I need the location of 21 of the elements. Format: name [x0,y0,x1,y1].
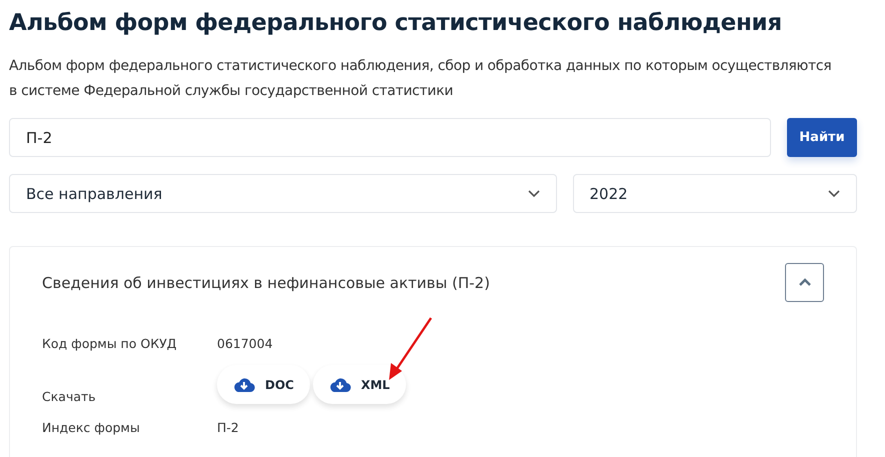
cloud-download-icon [328,376,351,392]
field-label: Код формы по ОКУД [42,336,178,351]
page-title: Альбом форм федерального статистического наблюдения [9,10,783,36]
chevron-down-icon [528,190,540,198]
collapse-button[interactable] [785,263,824,302]
form-title: Сведения об инвестициях в нефинансовые активы (П-2) [42,274,490,292]
download-button[interactable]: DOC [217,365,310,404]
field-value: П-2 [217,420,239,435]
chevron-down-icon [828,190,840,198]
page-description: Альбом форм федерального статистического наблюдения, сбор и обработка данных по которым осуществляются в системе Федеральной службы государственной статистики [9,57,832,101]
dropdown[interactable]: 2022 [572,174,857,213]
cloud-download-icon [233,376,255,392]
field-label: Индекс формы [42,420,141,435]
search-field[interactable]: П-2 [9,118,771,157]
dropdown[interactable]: Все направления [9,174,557,213]
annotation-arrow [386,316,434,382]
chevron-up-icon [798,278,812,287]
download-button[interactable]: XML [312,365,406,404]
field-label: Скачать [42,389,97,404]
field-value: 0617004 [217,336,273,351]
search-button[interactable]: Найти [787,118,857,157]
